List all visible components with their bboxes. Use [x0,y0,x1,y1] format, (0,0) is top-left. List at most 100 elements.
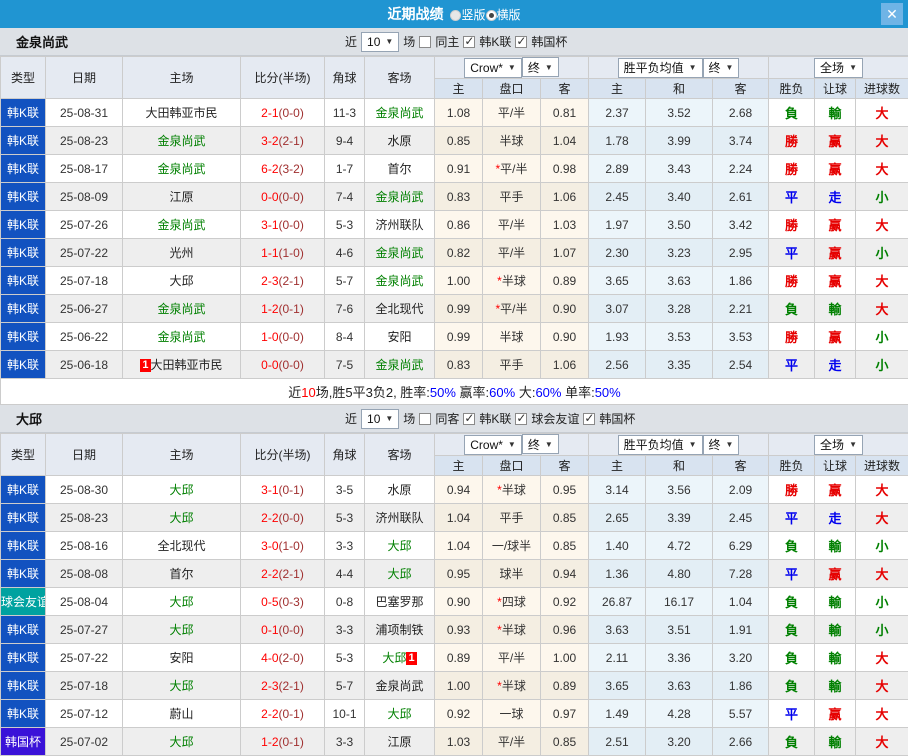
result-handicap: 走 [815,351,856,379]
result-winlose-char: 勝 [785,483,798,498]
match-row: 韩K联25-06-27金泉尚武1-2(0-1)7-6全北现代0.99*平/半0.… [1,295,908,323]
crow-home-odds: 0.92 [435,700,483,728]
mean-draw-odds: 3.35 [646,351,713,379]
subcolumn-header: 和 [646,456,713,476]
match-row: 韩K联25-08-30大邱3-1(0-1)3-5水原0.94*半球0.953.1… [1,476,908,504]
subcolumn-header: 客 [713,456,769,476]
mean-lose-odds: 1.91 [713,616,769,644]
mean-draw-odds: 3.51 [646,616,713,644]
crow-home-odds: 0.94 [435,476,483,504]
match-row: 韩K联25-08-17金泉尚武6-2(3-2)1-7首尔0.91*平/半0.98… [1,155,908,183]
away-team-cell: 巴塞罗那 [365,588,435,616]
result-winlose-char: 負 [785,595,798,610]
home-team: 全北现代 [157,539,205,553]
result-goals: 大 [856,728,908,756]
subcolumn-header: 主 [589,79,646,99]
result-handicap: 輸 [815,295,856,323]
crow-final-dropdown[interactable]: 终▼ [522,57,559,77]
mean-odds-group: 胜平负均值▼终▼ [589,434,769,456]
home-team-cell: 大邱 [123,672,241,700]
match-row: 韩K联25-08-08首尔2-2(2-1)4-4大邱0.95球半0.941.36… [1,560,908,588]
league-checkbox[interactable] [515,413,527,425]
match-filter: 近10▼场同客韩K联球会友谊韩国杯 [345,409,635,429]
handicap-line: 平/半 [483,644,541,672]
match-type-cell: 韩K联 [1,644,46,672]
mean-win-odds: 3.07 [589,295,646,323]
away-team: 大邱 [387,567,411,581]
mean-win-odds: 2.37 [589,99,646,127]
handicap-text: 半球 [499,134,523,148]
corner-count: 5-7 [325,672,365,700]
league-checkbox[interactable] [515,36,527,48]
mean-draw-odds: 16.17 [646,588,713,616]
mean-lose-odds: 2.24 [713,155,769,183]
recent-count-select[interactable]: 10▼ [361,32,399,52]
scope-dropdown[interactable]: 全场▼ [814,435,863,455]
crow-final-dropdown[interactable]: 终▼ [522,434,559,454]
same-venue-checkbox[interactable] [419,36,431,48]
column-header: 角球 [325,434,365,476]
mean-draw-odds: 3.28 [646,295,713,323]
result-handicap: 輸 [815,616,856,644]
match-type-cell: 韩K联 [1,239,46,267]
away-team-cell: 大邱 [365,700,435,728]
summary-segment: 赢率: [456,385,489,400]
mean-lose-odds: 5.57 [713,700,769,728]
result-handicap-char: 赢 [829,274,842,289]
mean-win-odds: 1.93 [589,323,646,351]
result-handicap: 走 [815,504,856,532]
mean-odds-dropdown[interactable]: 胜平负均值▼ [618,435,703,455]
result-handicap-char: 赢 [829,218,842,233]
corner-count: 3-3 [325,532,365,560]
mean-final-dropdown[interactable]: 终▼ [703,435,740,455]
crow-company-dropdown[interactable]: Crow*▼ [464,435,522,455]
match-date: 25-08-23 [46,127,123,155]
half-score: (0-1) [279,483,304,497]
close-button[interactable]: ✕ [881,3,903,25]
recent-count-select[interactable]: 10▼ [361,409,399,429]
score-cell: 3-0(1-0) [241,532,325,560]
same-venue-checkbox-label: 同客 [435,410,459,427]
match-date: 25-08-08 [46,560,123,588]
layout-radio-vertical[interactable] [450,10,461,21]
crow-company-dropdown[interactable]: Crow*▼ [464,58,522,78]
handicap-line: *平/半 [483,155,541,183]
result-winlose: 平 [769,351,815,379]
league-checkbox[interactable] [463,36,475,48]
crow-home-odds: 0.95 [435,560,483,588]
league-checkbox[interactable] [583,413,595,425]
crow-home-odds: 1.04 [435,532,483,560]
layout-radio-horizontal[interactable] [486,10,497,21]
half-score: (1-0) [279,246,304,260]
away-team: 济州联队 [375,218,423,232]
layout-radio-label: 横版 [497,8,521,22]
away-team: 大邱 [387,539,411,553]
result-goals-char: 大 [876,134,889,149]
match-type-cell: 韩K联 [1,351,46,379]
crow-away-odds: 0.90 [541,323,589,351]
home-team-cell: 蔚山 [123,700,241,728]
scope-dropdown[interactable]: 全场▼ [814,58,863,78]
match-date: 25-08-16 [46,532,123,560]
result-handicap: 赢 [815,323,856,351]
result-handicap-char: 赢 [829,567,842,582]
mean-lose-odds: 2.61 [713,183,769,211]
mean-odds-dropdown[interactable]: 胜平负均值▼ [618,58,703,78]
same-venue-checkbox[interactable] [419,413,431,425]
mean-draw-odds: 3.99 [646,127,713,155]
handicap-text: 平/半 [498,218,525,232]
table-body: 类型日期主场比分(半场)角球客场Crow*▼终▼胜平负均值▼终▼全场▼主盘口客主… [1,434,908,756]
home-team: 金泉尚武 [157,162,205,176]
mean-final-dropdown[interactable]: 终▼ [703,58,740,78]
result-goals-char: 大 [876,274,889,289]
handicap-text: 半球 [502,274,526,288]
league-checkbox[interactable] [463,413,475,425]
away-team-cell: 济州联队 [365,211,435,239]
score-cell: 1-1(1-0) [241,239,325,267]
scope-dropdown-label: 全场 [820,436,844,453]
handicap-text: 平手 [499,358,523,372]
column-header: 类型 [1,57,46,99]
score-cell: 3-1(0-0) [241,211,325,239]
corner-count: 5-7 [325,267,365,295]
crow-home-odds: 1.03 [435,728,483,756]
